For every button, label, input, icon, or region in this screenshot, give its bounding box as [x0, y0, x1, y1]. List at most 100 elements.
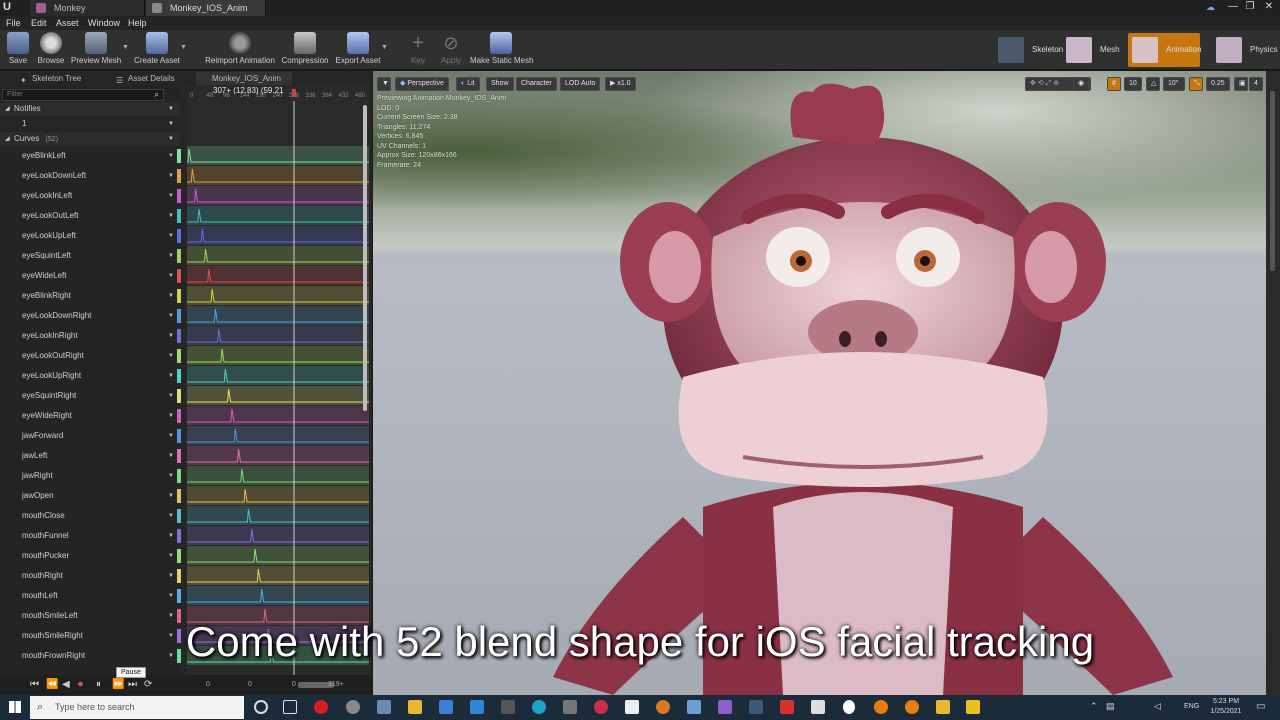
cortana-icon[interactable]	[254, 700, 268, 714]
range-end[interactable]: 0	[292, 681, 296, 688]
chevron-down-icon[interactable]: ▼	[168, 566, 174, 586]
curve-row[interactable]: eyeBlinkLeft ▼	[0, 146, 181, 166]
grid-snap-value[interactable]: 10	[1124, 77, 1142, 91]
curve-row[interactable]: eyeLookDownRight ▼	[0, 306, 181, 326]
taskbar-search-input[interactable]: Type here to search	[30, 696, 244, 719]
app-icon[interactable]	[563, 700, 577, 714]
file-explorer-icon[interactable]	[408, 700, 422, 714]
range-start[interactable]: 0	[206, 681, 210, 688]
close-button[interactable]: ✕	[1262, 0, 1276, 14]
curve-row[interactable]: mouthLeft ▼	[0, 586, 181, 606]
jump-to-start-icon[interactable]: ⏮	[30, 679, 39, 690]
scrollbar[interactable]	[363, 105, 367, 411]
app-icon[interactable]	[501, 700, 515, 714]
search-icon[interactable]: ⌕	[154, 89, 159, 100]
chevron-down-icon[interactable]: ▼	[122, 44, 129, 51]
camera-value[interactable]: 4	[1249, 77, 1263, 91]
curve-row[interactable]: eyeLookInLeft ▼	[0, 186, 181, 206]
compression-button[interactable]: Compression	[281, 32, 329, 68]
tab-skeleton-tree[interactable]: ✦ Skeleton Tree	[14, 72, 81, 85]
curve-row[interactable]: eyeWideRight ▼	[0, 406, 181, 426]
chevron-down-icon[interactable]: ▼	[168, 526, 174, 546]
step-forward-icon[interactable]: ⏩	[112, 679, 124, 690]
curve-row[interactable]: jawForward ▼	[0, 426, 181, 446]
chevron-down-icon[interactable]: ▼	[168, 506, 174, 526]
chevron-down-icon[interactable]: ▼	[168, 146, 174, 166]
curve-row[interactable]: eyeSquintLeft ▼	[0, 246, 181, 266]
rotate-snap-value[interactable]: 10°	[1163, 77, 1185, 91]
app-icon[interactable]	[966, 700, 980, 714]
menu-asset[interactable]: Asset	[56, 16, 79, 30]
menu-help[interactable]: Help	[128, 16, 147, 30]
curve-row[interactable]: eyeLookUpLeft ▼	[0, 226, 181, 246]
preview-viewport[interactable]: ▼ ◆ Perspective ◐ Lit Show Character LOD…	[373, 71, 1266, 695]
doc-tab-skeleton[interactable]: Monkey	[30, 0, 145, 16]
tab-asset-details[interactable]: ☰ Asset Details	[110, 72, 175, 85]
source-control-icon[interactable]: ☁	[1206, 2, 1216, 12]
edge-icon[interactable]	[532, 700, 546, 714]
chevron-down-icon[interactable]: ▼	[168, 286, 174, 306]
app-icon[interactable]	[625, 700, 639, 714]
chevron-down-icon[interactable]: ▼	[168, 466, 174, 486]
chevron-down-icon[interactable]: ▼	[168, 326, 174, 346]
curve-row[interactable]: jawLeft ▼	[0, 446, 181, 466]
scale-snap-icon[interactable]: ⤡	[1189, 77, 1203, 91]
perspective-button[interactable]: ◆ Perspective	[395, 77, 449, 91]
lod-button[interactable]: LOD Auto	[560, 77, 601, 91]
minimize-button[interactable]: —	[1226, 0, 1240, 14]
curve-graph[interactable]	[187, 101, 369, 677]
mode-mesh-button[interactable]: Mesh	[1062, 33, 1128, 67]
unreal-engine-taskbar-icon[interactable]	[840, 697, 858, 717]
chevron-down-icon[interactable]: ▼	[168, 386, 174, 406]
menu-edit[interactable]: Edit	[31, 16, 47, 30]
reimport-animation-button[interactable]: Reimport Animation	[204, 32, 276, 68]
app-icon[interactable]	[377, 700, 391, 714]
steam-icon[interactable]	[749, 700, 763, 714]
export-asset-button[interactable]: Export Asset	[334, 32, 382, 68]
filter-input[interactable]: Filter	[2, 89, 164, 101]
show-button[interactable]: Show	[486, 77, 514, 91]
viewport-menu-button[interactable]: ▼	[377, 77, 391, 91]
make-static-mesh-button[interactable]: Make Static Mesh	[470, 32, 534, 68]
jump-to-end-icon[interactable]: ⏭	[128, 679, 137, 690]
chevron-down-icon[interactable]: ▼	[168, 186, 174, 206]
curve-row[interactable]: eyeLookDownLeft ▼	[0, 166, 181, 186]
chevron-down-icon[interactable]: ▼	[168, 226, 174, 246]
maximize-button[interactable]: ❐	[1243, 0, 1257, 14]
curve-row[interactable]: mouthRight ▼	[0, 566, 181, 586]
notifies-track[interactable]: 1 ▼	[0, 117, 180, 131]
chevron-down-icon[interactable]: ▼	[168, 546, 174, 566]
chevron-down-icon[interactable]: ▼	[168, 426, 174, 446]
app-icon[interactable]	[780, 700, 794, 714]
chevron-down-icon[interactable]: ▼	[168, 266, 174, 286]
rotate-snap-icon[interactable]: △	[1146, 77, 1160, 91]
camera-icon[interactable]: ▣	[1234, 77, 1248, 91]
scale-snap-value[interactable]: 0.25	[1206, 77, 1230, 91]
key-button[interactable]: + Key	[406, 32, 430, 68]
step-back-icon[interactable]: ⏪	[46, 679, 58, 690]
curve-row[interactable]: eyeLookOutRight ▼	[0, 346, 181, 366]
blender-icon[interactable]	[874, 700, 888, 714]
browse-button[interactable]: Browse	[36, 32, 66, 68]
mode-physics-button[interactable]: Physics	[1212, 33, 1278, 67]
curve-row[interactable]: eyeLookInRight ▼	[0, 326, 181, 346]
mode-skeleton-button[interactable]: Skeleton	[994, 33, 1063, 67]
app-icon[interactable]	[687, 700, 701, 714]
range-mid[interactable]: 0	[248, 681, 252, 688]
opera-icon[interactable]	[314, 700, 328, 714]
curve-row[interactable]: mouthFunnel ▼	[0, 526, 181, 546]
language-indicator[interactable]: ENG	[1184, 703, 1199, 710]
app-icon[interactable]	[594, 700, 608, 714]
notifies-section[interactable]: ◢ Notifies ▼	[0, 102, 180, 116]
pause-icon[interactable]: ⏸	[96, 679, 101, 690]
app-icon[interactable]	[811, 700, 825, 714]
right-details-strip[interactable]	[1266, 71, 1280, 695]
tab-anim-sequence[interactable]: Monkey_IOS_Anim	[196, 72, 292, 85]
notifications-icon[interactable]: ▭	[1256, 701, 1265, 712]
curve-row[interactable]: jawRight ▼	[0, 466, 181, 486]
curve-row[interactable]: jawOpen ▼	[0, 486, 181, 506]
windows-start-icon[interactable]	[9, 701, 21, 713]
task-view-icon[interactable]	[283, 700, 297, 714]
chevron-down-icon[interactable]: ▼	[168, 166, 174, 186]
unreal-logo-icon[interactable]: U	[3, 1, 15, 14]
